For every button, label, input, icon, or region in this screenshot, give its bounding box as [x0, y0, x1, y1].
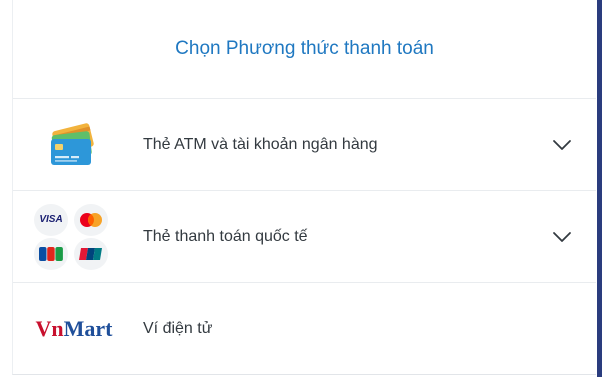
jcb-logo — [34, 237, 68, 270]
page-title: Chọn Phương thức thanh toán — [175, 38, 434, 59]
unionpay-logo — [74, 237, 108, 270]
payment-method-international-card[interactable]: VISA Thẻ thanh toán quốc tế — [13, 191, 596, 283]
chevron-down-icon[interactable] — [552, 139, 572, 151]
bank-cards-icon — [33, 112, 109, 178]
payment-method-label: Thẻ ATM và tài khoản ngân hàng — [143, 135, 378, 153]
payment-method-ewallet[interactable]: VnMart Ví điện tử — [13, 283, 596, 374]
payment-method-label: Thẻ thanh toán quốc tế — [143, 227, 308, 245]
panel-header: Chọn Phương thức thanh toán — [13, 0, 596, 99]
scroll-edge-bar — [597, 0, 602, 377]
vnmart-logo: VnMart — [35, 315, 113, 341]
payment-method-panel: Chọn Phương thức thanh toán Thẻ ATM và t… — [12, 0, 596, 375]
visa-logo: VISA — [34, 203, 68, 236]
payment-method-label: Ví điện tử — [143, 319, 213, 337]
mastercard-logo — [74, 203, 108, 236]
payment-method-atm[interactable]: Thẻ ATM và tài khoản ngân hàng — [13, 99, 596, 191]
international-cards-icon: VISA — [33, 203, 109, 270]
chevron-down-icon[interactable] — [552, 231, 572, 243]
